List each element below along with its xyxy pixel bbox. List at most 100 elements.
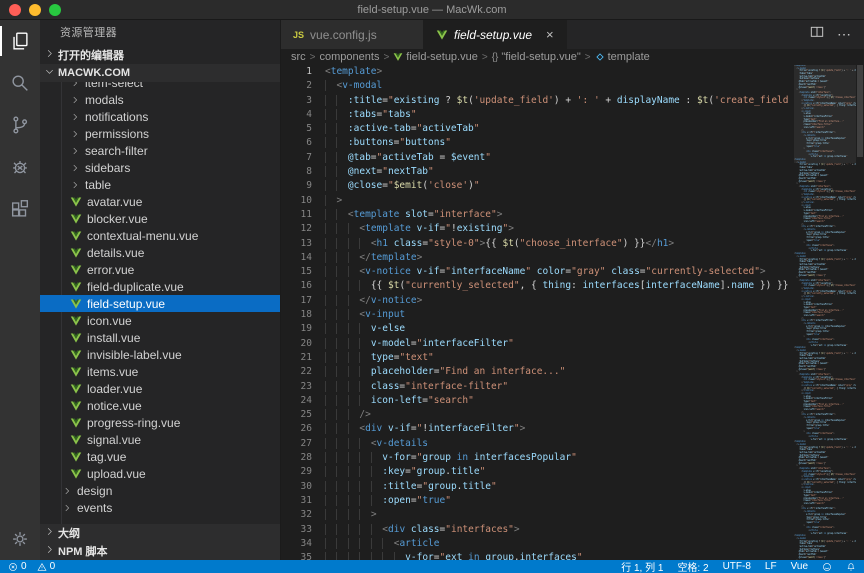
tree-item-icon.vue[interactable]: icon.vue [40, 312, 280, 329]
workspace-root-section[interactable]: MACWK.COM [40, 64, 280, 82]
tree-item-field-duplicate.vue[interactable]: field-duplicate.vue [40, 278, 280, 295]
line-number: 5 [281, 122, 312, 136]
editor-scrollbar[interactable] [856, 65, 864, 560]
tree-item-install.vue[interactable]: install.vue [40, 329, 280, 346]
code-line: v-else [325, 322, 864, 336]
status-warning-triangle[interactable]: 0 [37, 561, 56, 572]
tree-item-label: item-select [85, 82, 143, 90]
tree-item-sidebars[interactable]: sidebars [40, 159, 280, 176]
folder-chevron-icon [70, 95, 80, 105]
status-vue[interactable]: Vue [791, 561, 808, 572]
vue-file-icon [70, 332, 82, 344]
tree-item-error.vue[interactable]: error.vue [40, 261, 280, 278]
folder-chevron-icon [70, 82, 80, 88]
tree-item-modals[interactable]: modals [40, 91, 280, 108]
npm-scripts-section[interactable]: NPM 脚本 [40, 542, 280, 560]
line-number: 8 [281, 165, 312, 179]
outline-label: 大纲 [58, 525, 80, 541]
status--2[interactable]: 空格: 2 [677, 559, 708, 573]
tree-item-label: field-duplicate.vue [87, 280, 184, 294]
tree-item-permissions[interactable]: permissions [40, 125, 280, 142]
tree-item-events[interactable]: events [40, 499, 280, 516]
code-editor[interactable]: 1234567891011121314151617181920212223242… [281, 65, 864, 560]
breadcrumb-item-3[interactable]: field-setup.vue [393, 51, 478, 63]
line-number: 31 [281, 494, 312, 508]
tree-item-tag.vue[interactable]: tag.vue [40, 448, 280, 465]
line-number: 17 [281, 294, 312, 308]
tree-item-loader.vue[interactable]: loader.vue [40, 380, 280, 397]
folder-chevron-icon [62, 486, 72, 496]
outline-section[interactable]: 大纲 [40, 524, 280, 542]
status--1-1[interactable]: 行 1, 列 1 [621, 559, 663, 573]
code-line: placeholder="Find an interface..." [325, 365, 864, 379]
scrollbar-thumb[interactable] [857, 65, 863, 157]
extensions-icon[interactable] [0, 188, 40, 230]
status-error-circle[interactable]: 0 [8, 561, 27, 572]
window-title: field-setup.vue — MacWk.com [0, 4, 864, 16]
breadcrumb-item-5[interactable]: template [595, 51, 650, 63]
more-actions-icon[interactable]: ⋯ [837, 26, 852, 43]
notifications-bell-icon[interactable] [846, 562, 856, 572]
tree-item-label: blocker.vue [87, 212, 148, 226]
code-content[interactable]: <template> <v-modal :title="existing ? $… [325, 65, 864, 560]
breadcrumb-item-2[interactable]: components [320, 51, 380, 63]
tree-item-inner: loader.vue [40, 382, 142, 396]
debug-icon[interactable] [0, 146, 40, 188]
tree-item-inner: signal.vue [40, 433, 141, 447]
explorer-icon[interactable] [0, 20, 40, 62]
tree-item-inner: icon.vue [40, 314, 132, 328]
source-control-icon[interactable] [0, 104, 40, 146]
minimize-window-button[interactable] [29, 4, 41, 16]
tree-item-notice.vue[interactable]: notice.vue [40, 397, 280, 414]
tree-item-inner: item-select [40, 82, 143, 90]
close-tab-icon[interactable]: × [546, 28, 554, 41]
sidebar-title: 资源管理器 [40, 20, 280, 46]
code-line: class="interface-filter" [325, 380, 864, 394]
tree-item-invisible-label.vue[interactable]: invisible-label.vue [40, 346, 280, 363]
tree-item-contextual-menu.vue[interactable]: contextual-menu.vue [40, 227, 280, 244]
npm-scripts-label: NPM 脚本 [58, 543, 108, 559]
minimap-viewport[interactable] [794, 65, 856, 163]
settings-icon[interactable] [0, 518, 40, 560]
zoom-window-button[interactable] [49, 4, 61, 16]
title-bar: field-setup.vue — MacWk.com [0, 0, 864, 20]
feedback-smiley-icon[interactable] [822, 562, 832, 572]
vue-file-icon [393, 52, 403, 62]
tree-item-items.vue[interactable]: items.vue [40, 363, 280, 380]
close-window-button[interactable] [9, 4, 21, 16]
tree-item-details.vue[interactable]: details.vue [40, 244, 280, 261]
status-lf[interactable]: LF [765, 561, 777, 572]
code-line: :active-tab="activeTab" [325, 122, 864, 136]
template-symbol-icon [595, 52, 605, 62]
line-number: 2 [281, 79, 312, 93]
breadcrumb-item-4[interactable]: {}"field-setup.vue" [492, 51, 581, 63]
chevron-right-icon [44, 526, 55, 540]
tree-item-signal.vue[interactable]: signal.vue [40, 431, 280, 448]
tree-item-table[interactable]: table [40, 176, 280, 193]
tree-item-upload.vue[interactable]: upload.vue [40, 465, 280, 482]
activity-bar [0, 20, 40, 560]
tree-item-search-filter[interactable]: search-filter [40, 142, 280, 159]
status-utf-8[interactable]: UTF-8 [723, 561, 751, 572]
tree-item-avatar.vue[interactable]: avatar.vue [40, 193, 280, 210]
minimap[interactable]: <template> <v-modal :title="existing ? $… [794, 65, 856, 560]
tree-item-label: notice.vue [87, 399, 142, 413]
tree-item-blocker.vue[interactable]: blocker.vue [40, 210, 280, 227]
tab-field-setup.vue[interactable]: field-setup.vue× [424, 20, 567, 49]
tree-item-notifications[interactable]: notifications [40, 108, 280, 125]
editor-group: JSvue.config.jsfield-setup.vue×⋯ src>com… [281, 20, 864, 560]
tree-item-label: design [77, 484, 112, 498]
tree-item-label: field-setup.vue [87, 297, 165, 311]
tab-vue.config.js[interactable]: JSvue.config.js [281, 20, 424, 49]
tree-item-progress-ring.vue[interactable]: progress-ring.vue [40, 414, 280, 431]
split-editor-icon[interactable] [809, 24, 825, 45]
folder-chevron-icon [62, 503, 72, 513]
open-editors-section[interactable]: 打开的编辑器 [40, 46, 280, 64]
tree-item-field-setup.vue[interactable]: field-setup.vue [40, 295, 280, 312]
chevron-right-icon [44, 48, 55, 62]
tree-item-item-select[interactable]: item-select [40, 82, 280, 91]
tree-item-design[interactable]: design [40, 482, 280, 499]
search-icon[interactable] [0, 62, 40, 104]
breadcrumb-item-1[interactable]: src [291, 51, 306, 63]
tree-item-inner: upload.vue [40, 467, 146, 481]
